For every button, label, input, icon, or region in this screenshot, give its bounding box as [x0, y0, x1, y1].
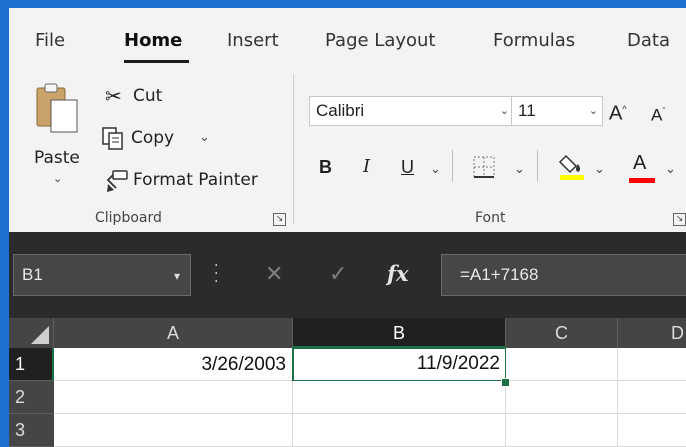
cell-c3[interactable]: [506, 414, 618, 447]
cell-c2[interactable]: [506, 381, 618, 414]
copy-icon: [102, 127, 123, 150]
more-options-icon[interactable]: · · ·: [214, 259, 218, 289]
font-group-label: Font: [475, 210, 506, 226]
clipboard-group-label: Clipboard: [95, 210, 162, 226]
underline-button[interactable]: U: [401, 156, 414, 178]
fill-handle[interactable]: [501, 378, 510, 387]
fill-color-icon[interactable]: [558, 150, 586, 182]
cell-d3[interactable]: [618, 414, 686, 447]
active-tab-indicator: [124, 60, 189, 63]
tab-page-layout[interactable]: Page Layout: [325, 30, 436, 51]
paste-icon: [36, 83, 78, 133]
paste-dropdown-icon[interactable]: ⌄: [53, 172, 62, 185]
cell-b3[interactable]: [293, 414, 506, 447]
chevron-down-icon[interactable]: ▾: [174, 256, 180, 296]
row-header-3[interactable]: 3: [9, 414, 54, 447]
formula-value: =A1+7168: [460, 265, 539, 284]
group-separator: [293, 74, 294, 224]
paste-label: Paste: [34, 148, 80, 168]
shrink-font-button[interactable]: Aˇ: [651, 100, 665, 127]
cell-a1[interactable]: 3/26/2003: [54, 348, 293, 381]
cell-d2[interactable]: [618, 381, 686, 414]
name-box[interactable]: B1 ▾: [13, 254, 191, 296]
copy-dropdown-icon[interactable]: ⌄: [199, 130, 210, 145]
formula-input[interactable]: =A1+7168: [441, 254, 686, 296]
cell-a3[interactable]: [54, 414, 293, 447]
cell-c1[interactable]: [506, 348, 618, 381]
formula-bar: B1 ▾ · · · ✕ ✓ fx =A1+7168: [9, 232, 686, 318]
italic-button[interactable]: I: [363, 156, 370, 178]
column-header-d[interactable]: D: [618, 318, 686, 348]
cell-b2[interactable]: [293, 381, 506, 414]
column-header-c[interactable]: C: [506, 318, 618, 348]
column-header-a[interactable]: A: [54, 318, 293, 348]
toolbar-divider: [537, 150, 538, 182]
cell-b1[interactable]: 11/9/2022: [292, 347, 507, 382]
scissors-icon: ✂: [105, 84, 122, 108]
font-size-combo[interactable]: 11 ⌄: [511, 96, 603, 126]
bold-button[interactable]: B: [319, 156, 332, 178]
font-color-dropdown-icon[interactable]: ⌄: [665, 162, 676, 177]
cell-d1[interactable]: [618, 348, 686, 381]
worksheet-grid: A B C D 1 2 3 3/26/2003 11/9/2022: [9, 318, 686, 447]
cancel-icon[interactable]: ✕: [265, 262, 283, 288]
font-name-combo[interactable]: Calibri ⌄: [309, 96, 514, 126]
cut-label: Cut: [133, 86, 163, 106]
format-painter-label: Format Painter: [133, 170, 258, 190]
ribbon: Paste ⌄ ✂ Cut Copy ⌄ Format Painter Cali…: [9, 64, 686, 232]
fill-color-dropdown-icon[interactable]: ⌄: [594, 162, 605, 177]
tab-file[interactable]: File: [35, 30, 65, 51]
name-box-value: B1: [22, 265, 43, 284]
column-header-b[interactable]: B: [293, 318, 506, 348]
tab-home[interactable]: Home: [124, 30, 182, 51]
font-dialog-launcher-icon[interactable]: ↘: [673, 213, 686, 226]
ribbon-body: Paste ⌄ ✂ Cut Copy ⌄ Format Painter Cali…: [9, 64, 686, 224]
ribbon-group-labels: Clipboard ↘ Font ↘: [9, 208, 686, 232]
cell-a2[interactable]: [54, 381, 293, 414]
grow-font-button[interactable]: A^: [609, 98, 627, 125]
clipboard-dialog-launcher-icon[interactable]: ↘: [273, 213, 286, 226]
excel-window: File Home Insert Page Layout Formulas Da…: [9, 8, 686, 447]
row-header-2[interactable]: 2: [9, 381, 54, 414]
toolbar-divider: [452, 150, 453, 182]
font-color-swatch: [629, 178, 655, 183]
borders-dropdown-icon[interactable]: ⌄: [514, 162, 525, 177]
underline-dropdown-icon[interactable]: ⌄: [430, 162, 441, 177]
font-size-value: 11: [518, 101, 536, 120]
tab-insert[interactable]: Insert: [227, 30, 279, 51]
select-all-button[interactable]: [9, 318, 54, 348]
chevron-down-icon[interactable]: ⌄: [500, 97, 509, 125]
ribbon-tabs: File Home Insert Page Layout Formulas Da…: [9, 8, 686, 64]
font-name-value: Calibri: [316, 101, 365, 120]
tab-formulas[interactable]: Formulas: [493, 30, 575, 51]
borders-icon[interactable]: [472, 155, 496, 179]
format-painter-icon: [106, 170, 128, 192]
insert-function-button[interactable]: fx: [387, 261, 409, 286]
font-color-button[interactable]: A: [633, 152, 646, 174]
row-header-1[interactable]: 1: [9, 348, 54, 381]
copy-label: Copy: [131, 128, 175, 148]
tab-data[interactable]: Data: [627, 30, 670, 51]
enter-check-icon[interactable]: ✓: [329, 262, 347, 288]
chevron-down-icon[interactable]: ⌄: [589, 97, 598, 125]
